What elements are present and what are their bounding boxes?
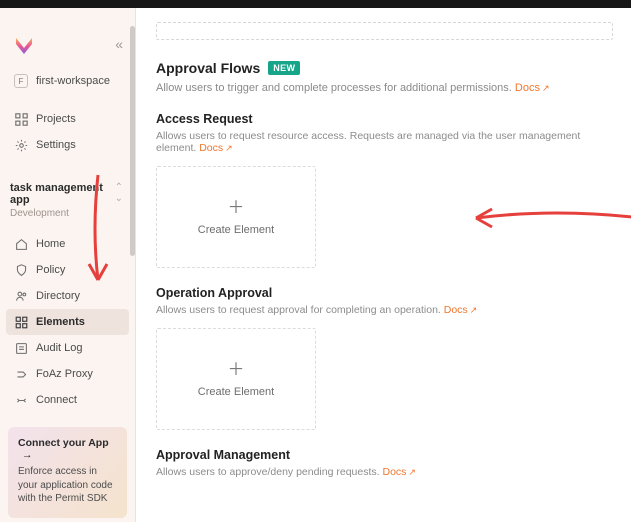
window-top-bar xyxy=(0,0,631,8)
sidebar-item-settings[interactable]: Settings xyxy=(6,132,129,158)
plus-icon: ＋ xyxy=(228,199,245,216)
sidebar-label: Elements xyxy=(36,316,85,328)
environment-stage: Development xyxy=(10,208,125,219)
project-name: task management app xyxy=(10,182,125,206)
sidebar-item-foaz-proxy[interactable]: FoAz Proxy xyxy=(6,361,129,387)
access-request-title: Access Request xyxy=(156,112,613,126)
connect-icon xyxy=(14,393,28,407)
users-icon xyxy=(14,289,28,303)
new-badge: NEW xyxy=(268,61,300,75)
approval-flows-title: Approval Flows xyxy=(156,60,260,76)
connect-card-body: Enforce access in your application code … xyxy=(18,465,117,506)
create-element-access-request[interactable]: ＋ Create Element xyxy=(156,166,316,268)
connect-card-title: Connect your App xyxy=(18,437,109,449)
external-link-icon: ↗ xyxy=(408,467,416,477)
shield-icon xyxy=(14,263,28,277)
grid-icon xyxy=(14,112,28,126)
gear-icon xyxy=(14,138,28,152)
arrow-right-icon: → xyxy=(22,449,33,461)
sidebar-label: FoAz Proxy xyxy=(36,368,93,380)
environment-switcher[interactable]: task management app Development ⌃⌄ xyxy=(0,176,135,221)
app-logo xyxy=(12,32,36,56)
approval-management-docs-link[interactable]: Docs↗ xyxy=(382,466,415,478)
sidebar-item-audit-log[interactable]: Audit Log xyxy=(6,335,129,361)
operation-approval-title: Operation Approval xyxy=(156,286,613,300)
operation-approval-desc: Allows users to request approval for com… xyxy=(156,304,441,316)
operation-approval-docs-link[interactable]: Docs↗ xyxy=(444,304,477,316)
sidebar-label: Directory xyxy=(36,290,80,302)
sidebar-label: Settings xyxy=(36,139,76,151)
workspace-switcher[interactable]: F first-workspace xyxy=(6,68,129,94)
home-icon xyxy=(14,237,28,251)
sidebar-label: Home xyxy=(36,238,65,250)
create-label: Create Element xyxy=(198,224,274,236)
external-link-icon: ↗ xyxy=(542,83,550,93)
proxy-icon xyxy=(14,367,28,381)
previous-section-tail xyxy=(156,22,613,40)
sidebar-item-home[interactable]: Home xyxy=(6,231,129,257)
sidebar-item-elements[interactable]: Elements xyxy=(6,309,129,335)
audit-icon xyxy=(14,341,28,355)
sidebar-item-directory[interactable]: Directory xyxy=(6,283,129,309)
workspace-name: first-workspace xyxy=(36,75,110,87)
sidebar: « F first-workspace Projects Settings ta… xyxy=(0,8,136,522)
plus-icon: ＋ xyxy=(228,361,245,378)
workspace-letter: F xyxy=(14,74,28,88)
sidebar-label: Projects xyxy=(36,113,76,125)
connect-app-card[interactable]: Connect your App → Enforce access in you… xyxy=(8,427,127,518)
approval-management-desc: Allows users to approve/deny pending req… xyxy=(156,466,380,478)
chevron-updown-icon: ⌃⌄ xyxy=(115,182,123,204)
approval-flows-desc: Allow users to trigger and complete proc… xyxy=(156,82,512,94)
sidebar-label: Policy xyxy=(36,264,65,276)
sidebar-scrollbar[interactable] xyxy=(130,26,135,256)
sidebar-label: Connect xyxy=(36,394,77,406)
main-content: Approval Flows NEW Allow users to trigge… xyxy=(136,8,631,522)
external-link-icon: ↗ xyxy=(470,305,478,315)
sidebar-label: Audit Log xyxy=(36,342,82,354)
sidebar-item-policy[interactable]: Policy xyxy=(6,257,129,283)
sidebar-item-connect[interactable]: Connect xyxy=(6,387,129,413)
access-request-docs-link[interactable]: Docs↗ xyxy=(199,142,232,154)
create-label: Create Element xyxy=(198,386,274,398)
external-link-icon: ↗ xyxy=(225,143,233,153)
sidebar-collapse-icon[interactable]: « xyxy=(115,36,123,52)
approval-flows-docs-link[interactable]: Docs↗ xyxy=(515,82,550,94)
approval-management-title: Approval Management xyxy=(156,448,613,462)
create-element-operation-approval[interactable]: ＋ Create Element xyxy=(156,328,316,430)
sidebar-item-projects[interactable]: Projects xyxy=(6,106,129,132)
elements-icon xyxy=(14,315,28,329)
